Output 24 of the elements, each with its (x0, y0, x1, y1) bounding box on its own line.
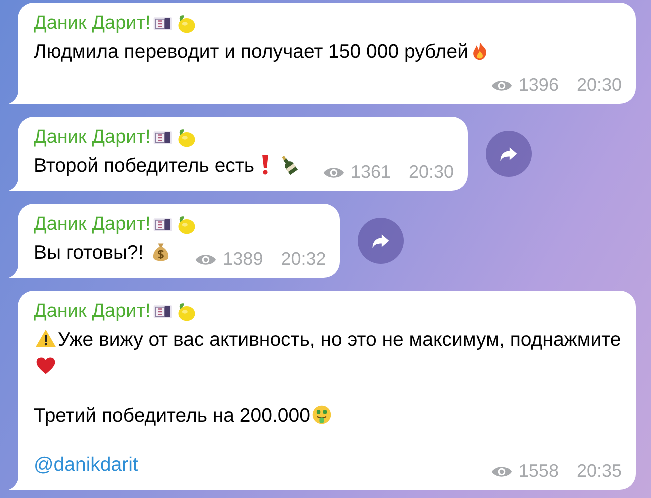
message-time: 20:30 (408, 161, 454, 184)
view-count: 1361 (350, 161, 391, 184)
sender-name: Даник Дарит! (34, 13, 151, 35)
forward-button[interactable] (358, 218, 404, 264)
channel-link[interactable]: @danikdarit (34, 454, 138, 476)
message-time: 20:32 (281, 248, 326, 271)
message-text: Второй победитель есть (34, 155, 256, 177)
view-count: 1389 (223, 248, 264, 271)
message-time: 20:30 (576, 74, 622, 97)
message-text: Вы готовы?! (34, 242, 145, 264)
money-face-icon (311, 404, 334, 426)
exclamation-icon (262, 154, 269, 176)
heart-icon (35, 355, 57, 377)
sender-name: Даник Дарит! (34, 301, 151, 323)
message-text: Третий победитель на 200.000 (34, 405, 310, 427)
message-text: Людмила переводит и получает 150 000 рублей (34, 41, 468, 63)
warning-icon (35, 328, 57, 350)
view-count: 1396 (518, 74, 559, 97)
forward-button[interactable] (486, 131, 532, 177)
message-time: 20:35 (576, 460, 622, 483)
sender-name: Даник Дарит! (34, 214, 151, 236)
view-count: 1558 (518, 460, 559, 483)
message-text: Уже вижу от вас активность, но это не максимум, поднажмите (58, 329, 622, 351)
sender-name: Даник Дарит! (34, 127, 151, 149)
